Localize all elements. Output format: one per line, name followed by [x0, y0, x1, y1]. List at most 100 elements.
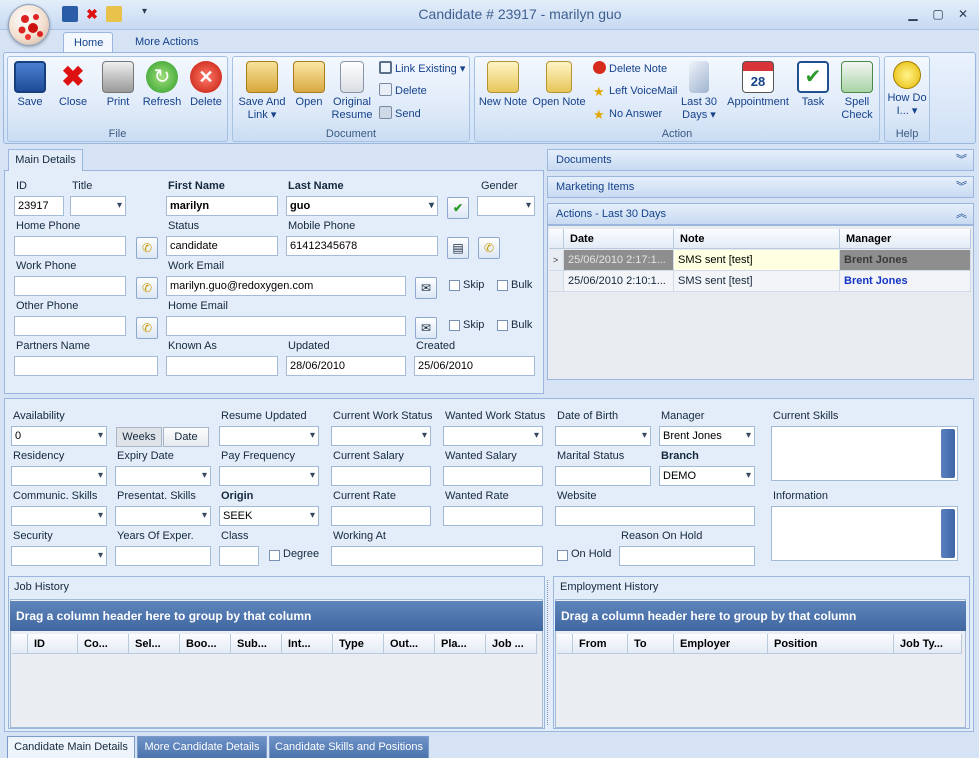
wanted-salary-field[interactable] [443, 466, 543, 486]
job-history-column-header[interactable]: Pla... [435, 634, 486, 654]
job-history-column-header[interactable]: Sel... [129, 634, 180, 654]
employment-history-column-header[interactable]: Job Ty... [894, 634, 962, 654]
appointment-button[interactable]: 28 Appointment [725, 61, 791, 109]
column-note[interactable]: Note [674, 229, 840, 249]
date-button[interactable]: Date [163, 427, 209, 447]
working-at-field[interactable] [331, 546, 543, 566]
column-date[interactable]: Date [564, 229, 674, 249]
save-button[interactable]: Save [10, 61, 50, 109]
manager-select[interactable]: Brent Jones [659, 426, 755, 446]
spell-check-button[interactable]: Spell Check [837, 61, 877, 122]
job-history-column-header[interactable]: Boo... [180, 634, 231, 654]
job-history-column-header[interactable]: Out... [384, 634, 435, 654]
last-name-field[interactable]: guo [286, 196, 438, 216]
employment-history-column-header[interactable]: From [573, 634, 628, 654]
work-bulk-checkbox[interactable] [497, 280, 508, 291]
print-button[interactable]: Print [98, 61, 138, 109]
id-field[interactable]: 23917 [14, 196, 64, 216]
quick-save-icon[interactable] [62, 6, 78, 22]
new-note-button[interactable]: New Note [477, 61, 529, 109]
information-textarea[interactable] [771, 506, 958, 561]
website-field[interactable] [555, 506, 755, 526]
status-field[interactable]: candidate [166, 236, 278, 256]
job-history-column-header[interactable]: Job ... [486, 634, 537, 654]
current-work-status-select[interactable] [331, 426, 431, 446]
tab-main-details[interactable]: Main Details [8, 149, 83, 171]
branch-select[interactable]: DEMO [659, 466, 755, 486]
minimize-button[interactable]: ▁ [902, 5, 924, 23]
first-name-field[interactable]: marilyn [166, 196, 278, 216]
home-email-field[interactable] [166, 316, 406, 336]
weeks-button[interactable]: Weeks [116, 427, 162, 447]
employment-history-group-panel[interactable]: Drag a column header here to group by th… [555, 601, 966, 631]
call-other-phone-button[interactable]: ✆ [136, 317, 158, 339]
communic-skills-select[interactable] [11, 506, 107, 526]
call-work-phone-button[interactable]: ✆ [136, 277, 158, 299]
home-bulk-checkbox[interactable] [497, 320, 508, 331]
job-history-group-panel[interactable]: Drag a column header here to group by th… [10, 601, 543, 631]
partners-name-field[interactable] [14, 356, 158, 376]
availability-select[interactable]: 0 [11, 426, 107, 446]
refresh-button[interactable]: ↻ Refresh [140, 61, 184, 109]
employment-history-column-header[interactable]: Position [768, 634, 894, 654]
home-phone-field[interactable] [14, 236, 126, 256]
job-history-column-header[interactable]: Co... [78, 634, 129, 654]
job-history-column-header[interactable]: Sub... [231, 634, 282, 654]
column-manager[interactable]: Manager [840, 229, 971, 249]
updated-field[interactable]: 28/06/2010 [286, 356, 406, 376]
pay-frequency-select[interactable] [219, 466, 319, 486]
last-30-days-button[interactable]: Last 30 Days ▾ [678, 61, 720, 122]
mobile-phone-field[interactable]: 61412345678 [286, 236, 438, 256]
documents-panel-header[interactable]: Documents ︾ [547, 149, 974, 171]
open-note-button[interactable]: Open Note [531, 61, 587, 109]
quick-close-icon[interactable]: ✖ [84, 6, 100, 22]
application-menu-button[interactable] [8, 4, 50, 46]
original-resume-button[interactable]: Original Resume [330, 61, 374, 122]
gender-select[interactable] [477, 196, 535, 216]
save-and-link-button[interactable]: Save And Link ▾ [235, 61, 289, 122]
customize-qat-icon[interactable]: ▾ [142, 6, 147, 17]
task-button[interactable]: ✔ Task [793, 61, 833, 109]
tab-candidate-main-details[interactable]: Candidate Main Details [7, 736, 135, 758]
quick-refresh-icon[interactable] [106, 6, 122, 22]
years-exper-field[interactable] [115, 546, 211, 566]
check-duplicate-button[interactable]: ✔ [447, 197, 469, 219]
call-home-phone-button[interactable]: ✆ [136, 237, 158, 259]
home-skip-checkbox[interactable] [449, 320, 460, 331]
tab-home[interactable]: Home [63, 32, 113, 53]
on-hold-checkbox[interactable] [557, 550, 568, 561]
send-button[interactable]: Send [379, 105, 421, 123]
email-home-button[interactable]: ✉ [415, 317, 437, 339]
class-field[interactable] [219, 546, 259, 566]
wanted-work-status-select[interactable] [443, 426, 543, 446]
close-button[interactable]: ✖ Close [53, 61, 93, 109]
known-as-field[interactable] [166, 356, 278, 376]
delete-note-button[interactable]: Delete Note [593, 60, 667, 78]
scrollbar[interactable] [941, 429, 955, 478]
marketing-panel-header[interactable]: Marketing Items ︾ [547, 176, 974, 198]
wanted-rate-field[interactable] [443, 506, 543, 526]
maximize-button[interactable]: ▢ [927, 5, 949, 23]
call-mobile-button[interactable]: ✆ [478, 237, 500, 259]
employment-history-column-header[interactable]: Employer [674, 634, 768, 654]
created-field[interactable]: 25/06/2010 [414, 356, 535, 376]
work-skip-checkbox[interactable] [449, 280, 460, 291]
security-select[interactable] [11, 546, 107, 566]
work-email-field[interactable]: marilyn.guo@redoxygen.com [166, 276, 406, 296]
residency-select[interactable] [11, 466, 107, 486]
date-of-birth-field[interactable] [555, 426, 651, 446]
left-voicemail-button[interactable]: ★ Left VoiceMail [593, 82, 677, 100]
title-select[interactable] [70, 196, 126, 216]
no-answer-button[interactable]: ★ No Answer [593, 105, 662, 123]
delete-button[interactable]: ✕ Delete [186, 61, 226, 109]
table-row[interactable]: > 25/06/2010 2:17:1... SMS sent [test] B… [549, 250, 971, 271]
marital-status-field[interactable] [555, 466, 651, 486]
work-phone-field[interactable] [14, 276, 126, 296]
origin-select[interactable]: SEEK [219, 506, 319, 526]
employment-history-column-header[interactable]: To [628, 634, 674, 654]
close-window-button[interactable]: ✕ [952, 5, 974, 23]
current-salary-field[interactable] [331, 466, 431, 486]
current-rate-field[interactable] [331, 506, 431, 526]
splitter[interactable] [547, 580, 551, 725]
email-work-button[interactable]: ✉ [415, 277, 437, 299]
